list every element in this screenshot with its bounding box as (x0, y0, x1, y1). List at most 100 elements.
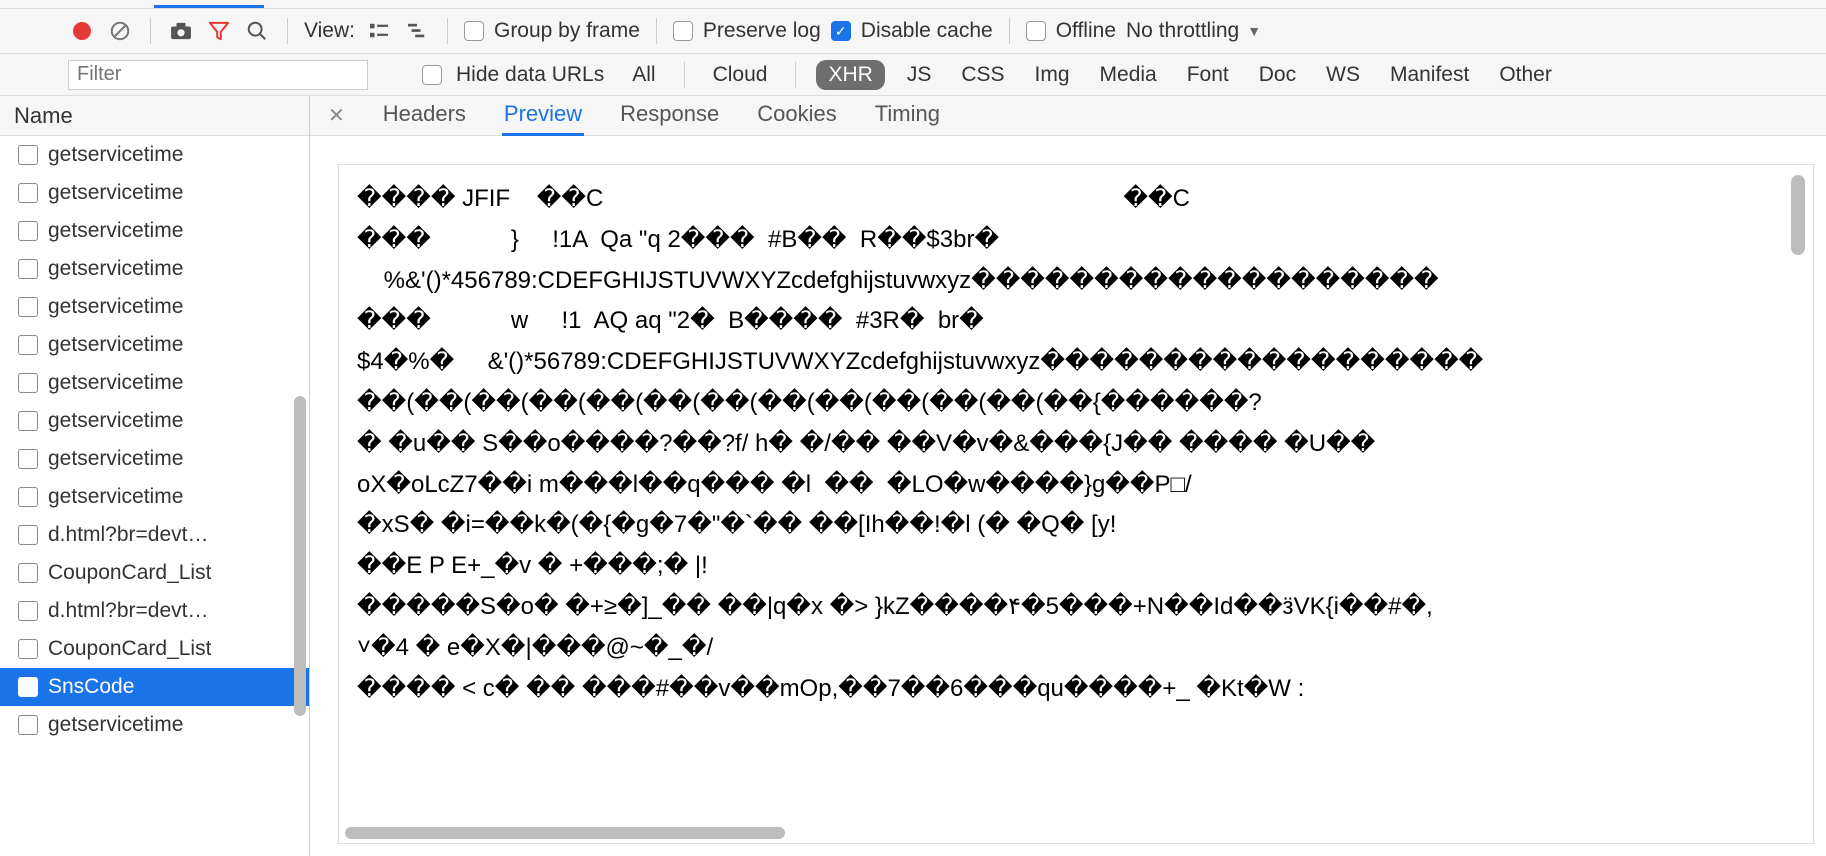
preview-content: ���� JFIF ��C ��C ��� } !1A Qa "q 2��� #… (357, 179, 1795, 709)
offline-label: Offline (1056, 19, 1116, 43)
file-icon (18, 639, 38, 659)
request-row[interactable]: getservicetime (0, 326, 309, 364)
request-name: getservicetime (48, 143, 183, 167)
scrollbar-thumb[interactable] (294, 396, 306, 716)
request-row[interactable]: d.html?br=devt… (0, 592, 309, 630)
request-name: getservicetime (48, 485, 183, 509)
filter-input[interactable] (68, 60, 368, 90)
tab-cookies[interactable]: Cookies (755, 95, 838, 136)
request-name: getservicetime (48, 181, 183, 205)
file-icon (18, 183, 38, 203)
request-name: getservicetime (48, 371, 183, 395)
group-by-frame-checkbox[interactable] (464, 21, 484, 41)
detail-tabs: ✕ Headers Preview Response Cookies Timing (310, 96, 1826, 136)
clear-button[interactable] (106, 17, 134, 45)
file-icon (18, 487, 38, 507)
filter-category-img[interactable]: Img (1027, 60, 1078, 90)
divider (656, 18, 657, 44)
request-name: SnsCode (48, 675, 134, 699)
file-icon (18, 297, 38, 317)
filter-category-ws[interactable]: WS (1318, 60, 1368, 90)
preserve-log-checkbox[interactable] (673, 21, 693, 41)
throttling-value: No throttling (1126, 19, 1239, 43)
divider (447, 18, 448, 44)
request-row[interactable]: getservicetime (0, 212, 309, 250)
filter-category-doc[interactable]: Doc (1251, 60, 1304, 90)
divider (795, 62, 796, 88)
filter-bar: Hide data URLs All Cloud XHR JS CSS Img Media F… (0, 54, 1826, 96)
throttling-select[interactable]: No throttling ▼ (1126, 19, 1261, 43)
chevron-down-icon: ▼ (1247, 23, 1261, 39)
close-icon[interactable]: ✕ (320, 103, 353, 128)
screenshot-icon[interactable] (167, 17, 195, 45)
tab-timing[interactable]: Timing (873, 95, 942, 136)
request-row[interactable]: getservicetime (0, 136, 309, 174)
view-waterfall-icon[interactable] (403, 17, 431, 45)
filter-icon[interactable] (205, 17, 233, 45)
preview-card: ���� JFIF ��C ��C ��� } !1A Qa "q 2��� #… (338, 164, 1814, 844)
filter-category-cloud[interactable]: Cloud (705, 60, 776, 90)
file-icon (18, 335, 38, 355)
request-name: CouponCard_List (48, 637, 211, 661)
request-name: d.html?br=devt… (48, 599, 209, 623)
group-by-frame-label: Group by frame (494, 19, 640, 43)
filter-category-manifest[interactable]: Manifest (1382, 60, 1477, 90)
request-row[interactable]: getservicetime (0, 440, 309, 478)
hide-data-urls-checkbox[interactable] (422, 65, 442, 85)
request-name: d.html?br=devt… (48, 523, 209, 547)
request-row[interactable]: CouponCard_List (0, 630, 309, 668)
request-row[interactable]: d.html?br=devt… (0, 516, 309, 554)
filter-category-all[interactable]: All (624, 60, 663, 90)
filter-category-font[interactable]: Font (1179, 60, 1237, 90)
request-row[interactable]: getservicetime (0, 250, 309, 288)
request-list-panel: Name getservicetimegetservicetimegetserv… (0, 96, 310, 856)
view-label: View: (304, 19, 355, 43)
search-icon[interactable] (243, 17, 271, 45)
view-large-icon[interactable] (365, 17, 393, 45)
hide-data-urls-label: Hide data URLs (456, 63, 604, 87)
scrollbar-thumb[interactable] (345, 827, 785, 839)
filter-category-xhr[interactable]: XHR (816, 60, 884, 90)
filter-category-other[interactable]: Other (1491, 60, 1560, 90)
file-icon (18, 677, 38, 697)
request-name: getservicetime (48, 295, 183, 319)
record-button[interactable] (68, 17, 96, 45)
request-row[interactable]: CouponCard_List (0, 554, 309, 592)
request-name: CouponCard_List (48, 561, 211, 585)
file-icon (18, 221, 38, 241)
request-name: getservicetime (48, 257, 183, 281)
request-row[interactable]: getservicetime (0, 364, 309, 402)
request-list[interactable]: getservicetime getservicetime getserviceti… (0, 136, 309, 856)
request-row[interactable]: getservicetime (0, 288, 309, 326)
offline-checkbox[interactable] (1026, 21, 1046, 41)
request-name: getservicetime (48, 713, 183, 737)
request-row[interactable]: getservicetime (0, 478, 309, 516)
panel-tab-strip (0, 0, 1826, 8)
preserve-log-label: Preserve log (703, 19, 821, 43)
detail-panel: ✕ Headers Preview Response Cookies Timing ��… (310, 96, 1826, 856)
name-column-header[interactable]: Name (0, 96, 309, 136)
disable-cache-checkbox[interactable]: ✓ (831, 21, 851, 41)
filter-category-js[interactable]: JS (899, 60, 940, 90)
tab-response[interactable]: Response (618, 95, 721, 136)
divider (287, 18, 288, 44)
file-icon (18, 525, 38, 545)
file-icon (18, 449, 38, 469)
filter-category-media[interactable]: Media (1092, 60, 1165, 90)
network-toolbar: View: Group by frame Preserve log ✓ Disa… (0, 8, 1826, 54)
filter-category-css[interactable]: CSS (953, 60, 1012, 90)
request-name: getservicetime (48, 447, 183, 471)
request-name: getservicetime (48, 409, 183, 433)
scrollbar-thumb[interactable] (1791, 175, 1805, 255)
file-icon (18, 601, 38, 621)
request-row[interactable]: getservicetime (0, 706, 309, 744)
file-icon (18, 563, 38, 583)
request-row[interactable]: SnsCode (0, 668, 309, 706)
divider (684, 62, 685, 88)
request-row[interactable]: getservicetime (0, 402, 309, 440)
request-row[interactable]: getservicetime (0, 174, 309, 212)
tab-preview[interactable]: Preview (502, 95, 584, 136)
file-icon (18, 145, 38, 165)
request-name: getservicetime (48, 333, 183, 357)
tab-headers[interactable]: Headers (381, 95, 468, 136)
